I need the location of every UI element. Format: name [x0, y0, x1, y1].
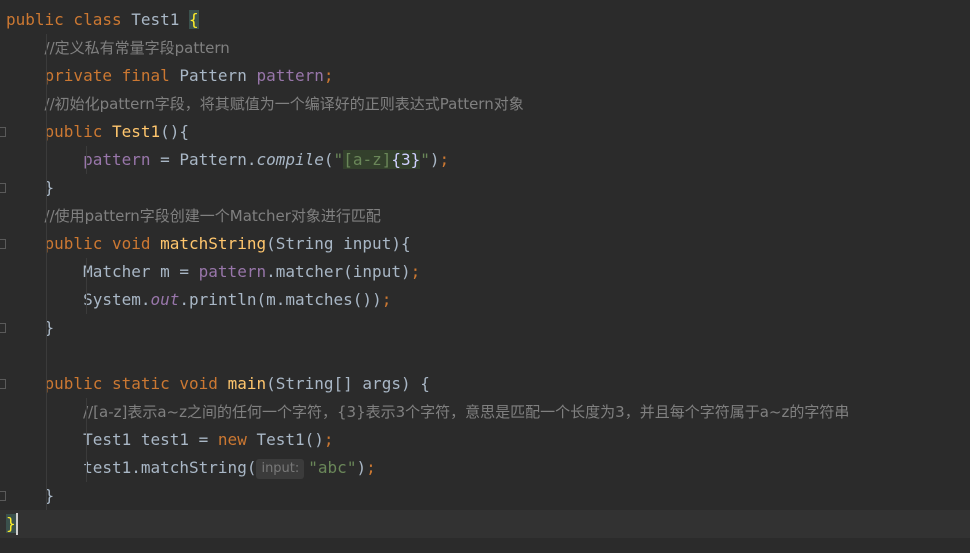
code-token: Pattern	[179, 66, 257, 85]
code-text: public Test1(){	[6, 118, 190, 146]
code-token: (String[] args) {	[266, 374, 430, 393]
code-token: "abc"	[308, 458, 357, 477]
code-token: main	[227, 374, 267, 393]
code-token: )	[356, 458, 367, 477]
code-token: System.	[6, 290, 151, 309]
code-token: Test1()	[256, 430, 324, 449]
comment-text: //初始化pattern字段，将其赋值为一个编译好的正则表达式Pattern对象	[44, 95, 524, 113]
code-line[interactable]: //[a-z]表示a~z之间的任何一个字符，{3}表示3个字符，意思是匹配一个长…	[0, 398, 970, 426]
code-text: //[a-z]表示a~z之间的任何一个字符，{3}表示3个字符，意思是匹配一个长…	[6, 398, 849, 426]
code-token: public void	[44, 234, 161, 253]
code-line[interactable]: //使用pattern字段创建一个Matcher对象进行匹配	[0, 202, 970, 230]
code-line[interactable]: }	[0, 482, 970, 510]
comment-text: //使用pattern字段创建一个Matcher对象进行匹配	[44, 207, 381, 225]
code-token: .matcher(input)	[266, 262, 411, 281]
code-token: "	[420, 150, 430, 169]
code-text: public class Test1 {	[6, 6, 199, 34]
code-line[interactable]: public static void main(String[] args) {	[0, 370, 970, 398]
code-line[interactable]: public void matchString(String input){	[0, 230, 970, 258]
code-text: System.out.println(m.matches());	[6, 286, 391, 314]
code-token: public static void	[44, 374, 228, 393]
code-text: public static void main(String[] args) {	[6, 370, 430, 398]
code-token: = Pattern.	[150, 150, 257, 169]
code-line[interactable]	[0, 342, 970, 370]
code-token: matchString	[160, 234, 267, 253]
code-token: {3}	[391, 150, 421, 169]
code-text: pattern = Pattern.compile("[a-z]{3}");	[6, 146, 449, 174]
code-token: (){	[160, 122, 190, 141]
code-token: Matcher m =	[6, 262, 199, 281]
indent-guide	[86, 146, 87, 174]
comment-text: //定义私有常量字段pattern	[44, 39, 230, 57]
code-token: pattern	[83, 150, 151, 169]
code-token: ;	[323, 430, 334, 449]
code-line[interactable]: private final Pattern pattern;	[0, 62, 970, 90]
text-caret	[16, 513, 18, 535]
code-text: test1.matchString(input: "abc");	[6, 454, 376, 482]
code-token: new	[217, 430, 257, 449]
code-token: public	[44, 122, 112, 141]
indent-guide	[86, 258, 87, 314]
code-token: "	[333, 150, 344, 169]
code-token: test1.matchString(	[6, 458, 257, 477]
code-line[interactable]: System.out.println(m.matches());	[0, 286, 970, 314]
code-token: Test1	[131, 10, 190, 29]
code-token: public class	[6, 10, 132, 29]
code-token: (String input){	[266, 234, 411, 253]
parameter-hint: input:	[256, 459, 305, 479]
code-token: out	[150, 290, 180, 309]
code-line[interactable]: }	[0, 174, 970, 202]
code-line[interactable]: public Test1(){	[0, 118, 970, 146]
code-token: pattern	[198, 262, 267, 281]
code-token: pattern	[256, 66, 324, 85]
code-editor[interactable]: public class Test1 { //定义私有常量字段pattern p…	[0, 0, 970, 553]
code-line[interactable]: //初始化pattern字段，将其赋值为一个编译好的正则表达式Pattern对象	[0, 90, 970, 118]
code-token: [a-z]	[343, 150, 392, 169]
code-token: compile	[256, 150, 324, 169]
code-line[interactable]: test1.matchString(input: "abc");	[0, 454, 970, 482]
code-text: Test1 test1 = new Test1();	[6, 426, 334, 454]
code-line[interactable]: }	[0, 314, 970, 342]
code-token: Test1 test1 =	[6, 430, 218, 449]
code-token: ;	[366, 458, 376, 477]
code-text: //定义私有常量字段pattern	[6, 34, 230, 62]
code-line[interactable]: public class Test1 {	[0, 6, 970, 34]
code-token: }	[6, 514, 16, 533]
code-token: ;	[439, 150, 450, 169]
code-token: ;	[410, 262, 421, 281]
code-line[interactable]: Matcher m = pattern.matcher(input);	[0, 258, 970, 286]
code-token: .println(m.matches())	[179, 290, 382, 309]
code-token: Test1	[111, 122, 161, 141]
code-token: ;	[323, 66, 334, 85]
code-line[interactable]: Test1 test1 = new Test1();	[0, 426, 970, 454]
code-text: private final Pattern pattern;	[6, 62, 334, 90]
code-line[interactable]: //定义私有常量字段pattern	[0, 34, 970, 62]
code-text: Matcher m = pattern.matcher(input);	[6, 258, 420, 286]
code-token: ;	[381, 290, 392, 309]
indent-guide	[86, 398, 87, 482]
code-text: //初始化pattern字段，将其赋值为一个编译好的正则表达式Pattern对象	[6, 90, 524, 118]
code-text: public void matchString(String input){	[6, 230, 411, 258]
code-token: {	[189, 10, 199, 29]
code-token: )	[429, 150, 440, 169]
code-text: //使用pattern字段创建一个Matcher对象进行匹配	[6, 202, 381, 230]
code-line[interactable]: pattern = Pattern.compile("[a-z]{3}");	[0, 146, 970, 174]
code-line[interactable]: }	[0, 510, 970, 538]
indent-guide	[46, 34, 47, 510]
code-token: private final	[44, 66, 180, 85]
code-token: (	[323, 150, 334, 169]
code-text: }	[6, 510, 16, 538]
comment-text: //[a-z]表示a~z之间的任何一个字符，{3}表示3个字符，意思是匹配一个长…	[83, 403, 850, 421]
